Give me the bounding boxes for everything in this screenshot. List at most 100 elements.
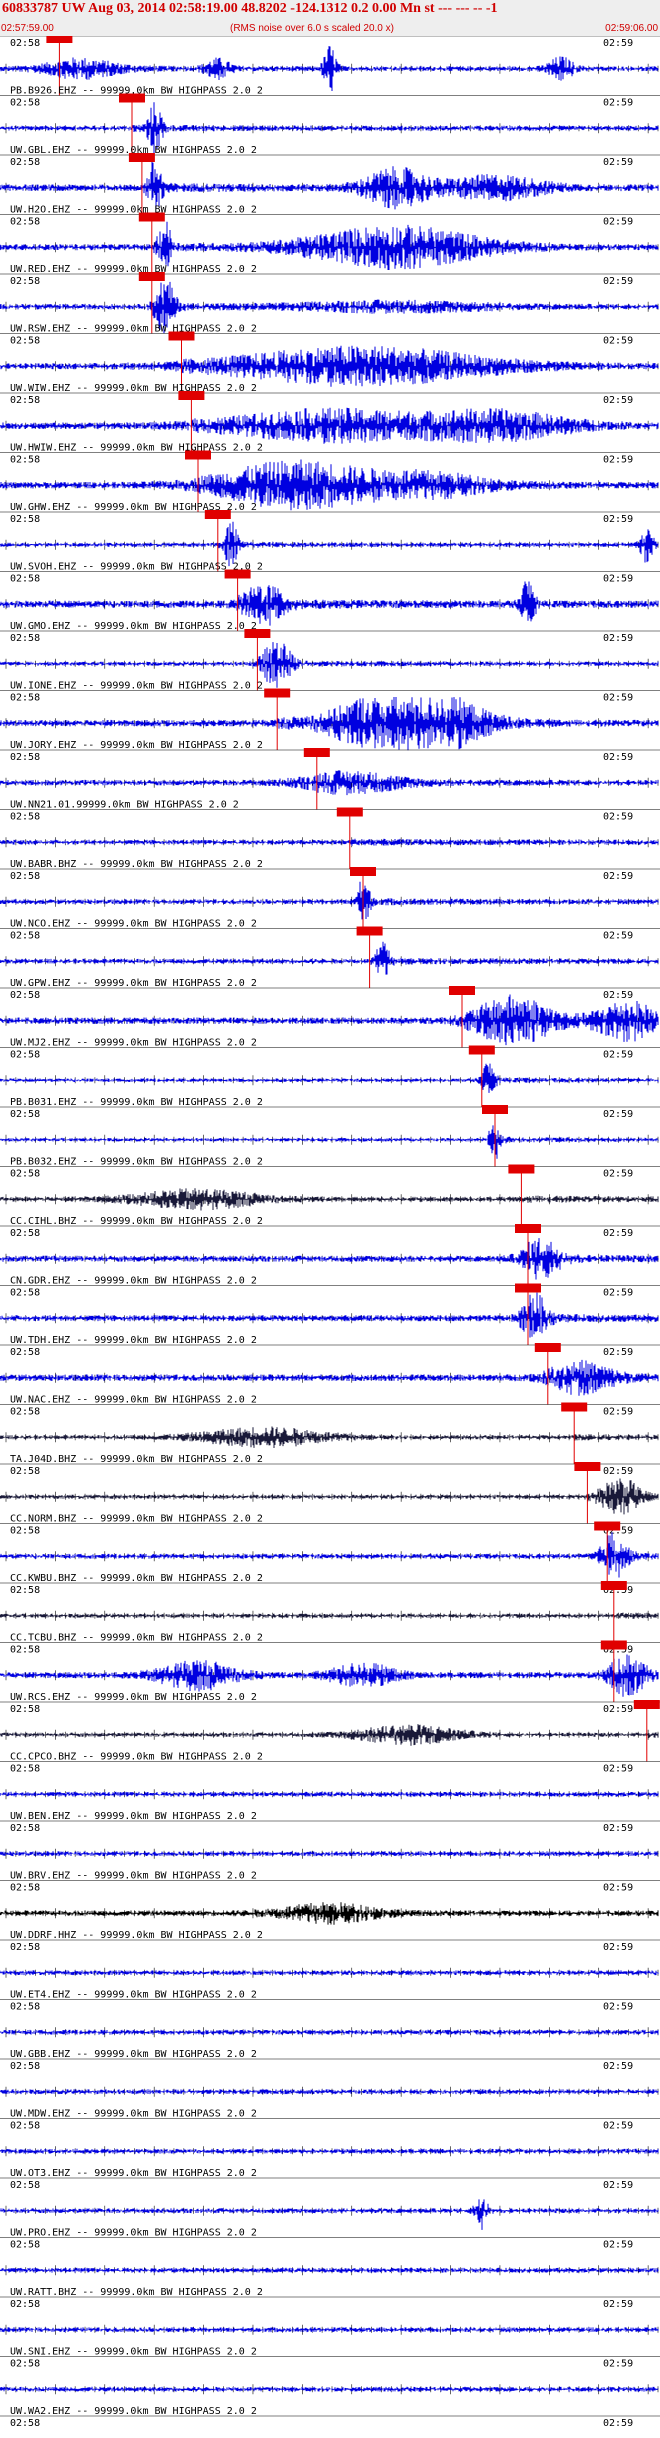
station-panel: 02:58 02:59 UW.BEN.EHZ -- 99999.0km BW HIG…	[0, 1811, 660, 1859]
pick-marker	[600, 1640, 627, 1650]
tick-label: 02:59	[603, 1466, 633, 1477]
tick-label: 02:58	[10, 455, 40, 466]
scale-note: (RMS noise over 6.0 s scaled 20.0 x)	[230, 23, 394, 34]
event-title: 60833787 UW Aug 03, 2014 02:58:19.00 48.…	[2, 1, 498, 16]
station-label: UW.HWIW.EHZ -- 99999.0km BW HIGHPASS 2.0…	[10, 443, 263, 454]
pick-marker	[138, 272, 165, 281]
waveform-trace	[0, 345, 659, 387]
end-time: 02:59:06.00	[605, 23, 658, 34]
station-label: UW.MJ2.EHZ -- 99999.0km BW HIGHPASS 2.0 …	[10, 1038, 257, 1049]
station-label: CC.CIHL.BHZ -- 99999.0km BW HIGHPASS 2.0…	[10, 1216, 263, 1227]
waveform-trace	[0, 1426, 659, 1448]
tick-label: 02:58	[10, 1585, 40, 1596]
tick-label: 02:58	[10, 217, 40, 228]
waveform-trace	[0, 2199, 659, 2230]
tick-label: 02:58	[10, 693, 40, 704]
pick-marker	[264, 688, 291, 698]
station-label: CC.NORM.BHZ -- 99999.0km BW HIGHPASS 2.0…	[10, 1514, 263, 1525]
waveform-trace	[0, 1120, 659, 1159]
station-panel: 02:58 02:59 CC.CPCO.BHZ -- 99999.0km BW HI…	[0, 1752, 660, 1800]
station-label: UW.H2O.EHZ -- 99999.0km BW HIGHPASS 2.0 …	[10, 205, 257, 216]
tick-label: 02:59	[603, 2121, 633, 2132]
station-label: UW.PRO.EHZ -- 99999.0km BW HIGHPASS 2.0 …	[10, 2228, 257, 2239]
tick-label: 02:58	[10, 1942, 40, 1953]
pick-marker	[138, 212, 165, 222]
tick-label: 02:59	[603, 693, 633, 704]
tick-label: 02:59	[603, 2002, 633, 2013]
tick-label: 02:59	[603, 217, 633, 228]
pick-marker	[168, 331, 195, 341]
station-panel: 02:58 02:59 UW.OT3.EHZ -- 99999.0km BW HIG…	[0, 2168, 660, 2230]
tick-label: 02:59	[603, 1942, 633, 1953]
pick-marker	[594, 1521, 621, 1531]
tick-label: 02:58	[10, 752, 40, 763]
pick-marker	[128, 153, 155, 162]
waveform-trace	[0, 1359, 659, 1396]
tick-label: 02:59	[603, 2299, 633, 2310]
station-label: CC.KWBU.BHZ -- 99999.0km BW HIGHPASS 2.0…	[10, 1573, 263, 1584]
tick-label: 02:58	[10, 1288, 40, 1299]
record-header: 60833787 UW Aug 03, 2014 02:58:19.00 48.…	[0, 0, 660, 36]
waveform-trace	[0, 770, 659, 796]
pick-marker	[185, 450, 211, 460]
tick-label: 02:58	[10, 1823, 40, 1834]
waveform-trace	[0, 1188, 659, 1211]
tick-label: 02:58	[10, 1228, 40, 1239]
pick-marker	[244, 629, 271, 638]
start-time: 02:57:59.00	[1, 23, 54, 34]
pick-marker	[468, 1045, 495, 1055]
station-panel: 02:58 02:59 UW.SNI.EHZ -- 99999.0km BW HIG…	[0, 2347, 660, 2395]
station-label: UW.SNI.EHZ -- 99999.0km BW HIGHPASS 2.0 …	[10, 2347, 257, 2358]
waveform-trace	[0, 941, 659, 975]
station-label: UW.NAC.EHZ -- 99999.0km BW HIGHPASS 2.0 …	[10, 1395, 257, 1406]
station-label: UW.BABR.BHZ -- 99999.0km BW HIGHPASS 2.0…	[10, 859, 263, 870]
tick-label: 02:58	[10, 633, 40, 644]
waveform-trace	[0, 46, 659, 91]
pick-marker	[449, 986, 475, 995]
station-label: UW.WA2.EHZ -- 99999.0km BW HIGHPASS 2.0 …	[10, 2406, 257, 2417]
station-label: UW.GPW.EHZ -- 99999.0km BW HIGHPASS 2.0 …	[10, 978, 257, 989]
station-label: UW.GBB.EHZ -- 99999.0km BW HIGHPASS 2.0 …	[10, 2049, 257, 2060]
station-label: UW.JORY.EHZ -- 99999.0km BW HIGHPASS 2.0…	[10, 740, 263, 751]
tick-label: 02:58	[10, 1169, 40, 1180]
station-label: UW.IONE.EHZ -- 99999.0km BW HIGHPASS 2.0…	[10, 681, 263, 692]
pick-marker	[600, 1581, 627, 1590]
tick-label: 02:58	[10, 1526, 40, 1537]
waveform-trace	[0, 407, 659, 444]
tick-label: 02:58	[10, 812, 40, 823]
pick-marker	[224, 569, 251, 579]
pick-marker	[482, 1105, 508, 1114]
tick-label: 02:58	[10, 395, 40, 406]
station-panel: 02:58 02:59 UW.ET4.EHZ -- 99999.0km BW HIG…	[0, 1990, 660, 2038]
tick-label: 02:58	[10, 1645, 40, 1656]
tick-label: 02:59	[603, 2418, 633, 2429]
tick-label: 02:59	[603, 1704, 633, 1715]
tick-label: 02:58	[10, 574, 40, 585]
tick-label: 02:59	[603, 395, 633, 406]
station-label: PB.B032.EHZ -- 99999.0km BW HIGHPASS 2.0…	[10, 1157, 263, 1168]
pick-marker	[515, 1283, 541, 1293]
tick-label: 02:59	[603, 1407, 633, 1418]
station-panel: 02:58 02:59 UW.GBB.EHZ -- 99999.0km BW HIG…	[0, 2049, 660, 2097]
tick-label: 02:59	[603, 2359, 633, 2370]
pick-marker	[336, 807, 363, 817]
tick-label: 02:59	[603, 931, 633, 942]
pick-marker	[574, 1462, 601, 1471]
pick-marker	[46, 36, 73, 43]
tick-label: 02:59	[603, 2061, 633, 2072]
tick-label: 02:58	[10, 157, 40, 168]
tick-label: 02:59	[603, 1823, 633, 1834]
pick-marker	[356, 926, 383, 936]
tick-label: 02:58	[10, 2240, 40, 2251]
waveform-trace	[0, 1724, 659, 1746]
pick-marker	[534, 1343, 561, 1352]
tick-label: 02:59	[603, 633, 633, 644]
seismogram-plot: 02:58 02:5902:58 02:59PB.B926.EHZ -- 99999…	[0, 36, 660, 2429]
tick-label: 02:59	[603, 1050, 633, 1061]
station-label: UW.RED.EHZ -- 99999.0km BW HIGHPASS 2.0 …	[10, 264, 257, 275]
pick-marker	[204, 510, 231, 519]
pick-marker	[561, 1402, 588, 1412]
tick-label: 02:58	[10, 2121, 40, 2132]
station-panel: 02:58 02:59 UW.WA2.EHZ -- 99999.0km BW HIG…	[0, 2406, 660, 2429]
station-label: PB.B031.EHZ -- 99999.0km BW HIGHPASS 2.0…	[10, 1097, 263, 1108]
